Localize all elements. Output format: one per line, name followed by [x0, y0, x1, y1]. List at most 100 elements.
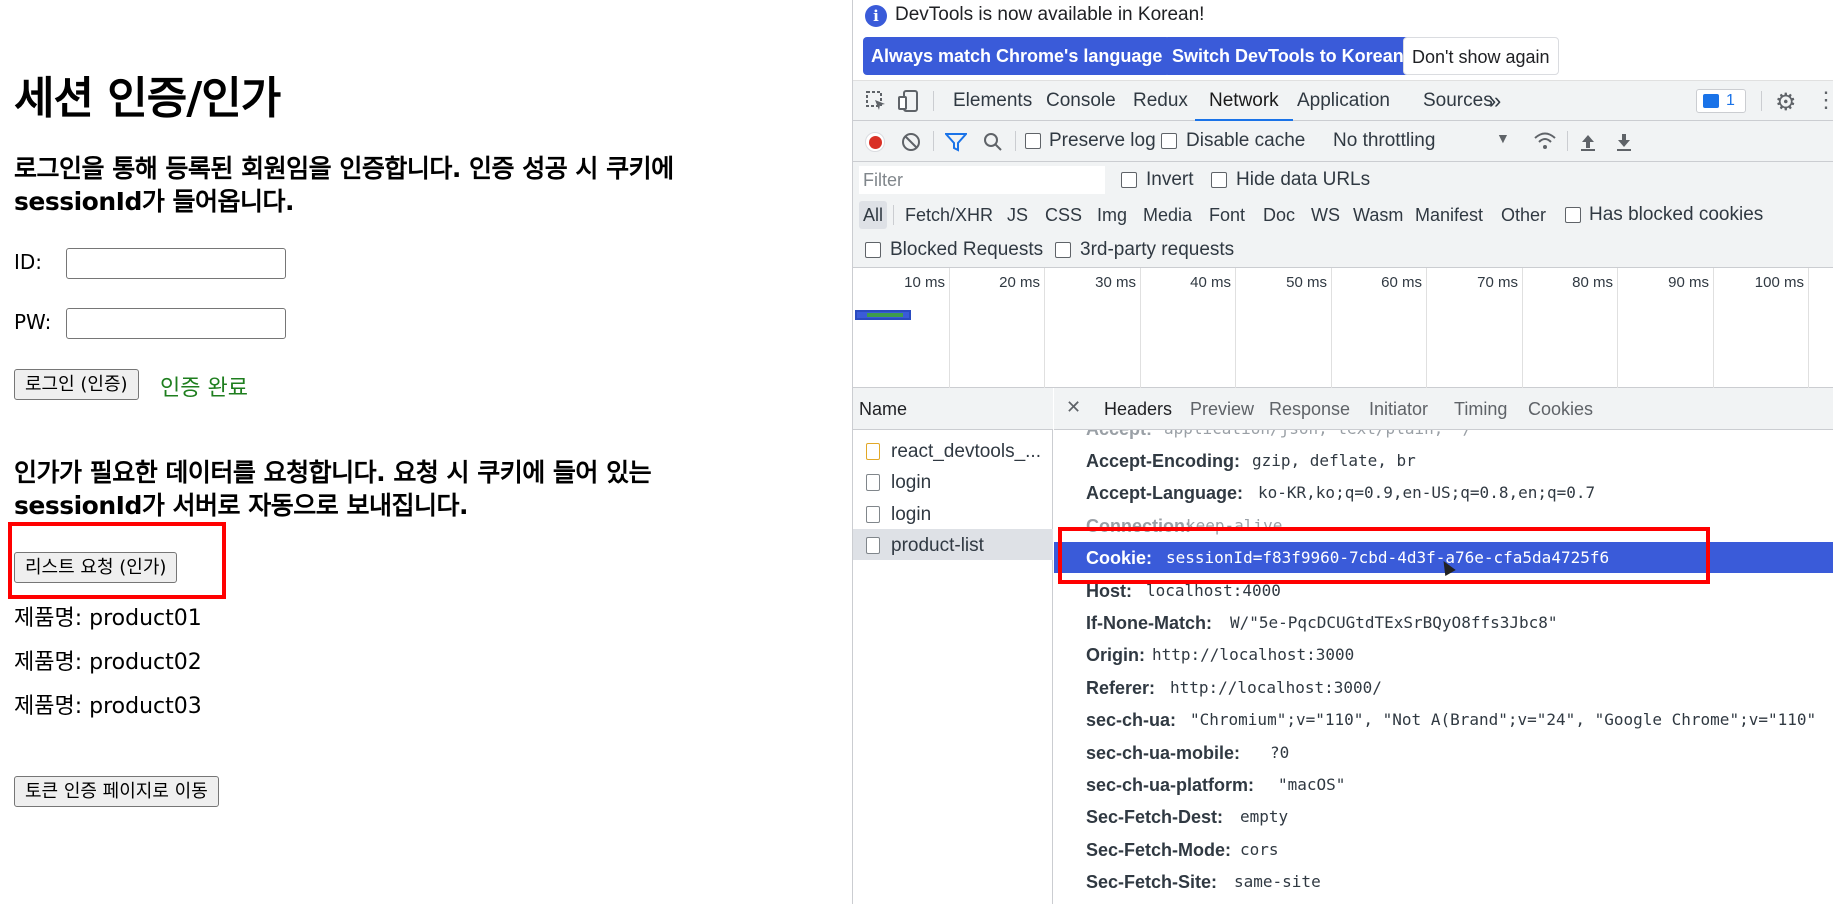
- clear-icon[interactable]: [901, 132, 921, 152]
- login-button[interactable]: 로그인 (인증): [14, 369, 139, 400]
- preserve-log-checkbox[interactable]: [1025, 133, 1041, 149]
- import-har-icon[interactable]: [1579, 132, 1597, 152]
- tab-cookies[interactable]: Cookies: [1528, 399, 1593, 420]
- request-name: react_devtools_...: [891, 441, 1041, 462]
- switch-to-korean-button[interactable]: Switch DevTools to Korean: [1164, 37, 1412, 75]
- timeline-tick-label: 90 ms: [1668, 274, 1709, 291]
- blocked-requests-checkbox[interactable]: [865, 242, 881, 258]
- type-js[interactable]: JS: [1003, 201, 1032, 229]
- chevron-down-icon[interactable]: ▼: [1496, 130, 1510, 146]
- blocked-requests-label: Blocked Requests: [890, 239, 1044, 260]
- timeline-gridline: [1617, 268, 1618, 388]
- language-infobar: i DevTools is now available in Korean! A…: [853, 0, 1833, 80]
- issues-icon: [1703, 94, 1719, 108]
- issues-badge[interactable]: 1: [1696, 89, 1746, 113]
- tab-network[interactable]: Network: [1195, 81, 1293, 121]
- filter-input[interactable]: Filter: [859, 166, 1105, 194]
- type-fetch-xhr[interactable]: Fetch/XHR: [901, 201, 997, 229]
- disable-cache-checkbox[interactable]: [1161, 133, 1177, 149]
- separator: [933, 91, 934, 111]
- type-wasm[interactable]: Wasm: [1349, 201, 1407, 229]
- network-overview-timeline[interactable]: 10 ms 20 ms 30 ms 40 ms 50 ms 60 ms 70 m…: [853, 268, 1833, 388]
- header-row: Accept-Encoding: gzip, deflate, br: [1086, 451, 1416, 471]
- token-page-button[interactable]: 토큰 인증 페이지로 이동: [14, 776, 219, 807]
- request-row-selected[interactable]: product-list: [853, 529, 1053, 560]
- preserve-log-label: Preserve log: [1049, 130, 1156, 151]
- request-name: login: [891, 472, 932, 493]
- tab-elements[interactable]: Elements: [953, 81, 1032, 121]
- request-row[interactable]: login: [853, 498, 1053, 529]
- request-name: product-list: [891, 535, 984, 556]
- web-page: 세션 인증/인가 로그인을 통해 등록된 회원임을 인증합니다. 인증 성공 시…: [0, 0, 852, 904]
- kebab-menu-icon[interactable]: ⋮: [1815, 87, 1833, 113]
- throttling-select[interactable]: No throttling: [1333, 130, 1435, 152]
- tab-sources[interactable]: Sources: [1423, 81, 1493, 121]
- third-party-checkbox[interactable]: [1055, 242, 1071, 258]
- type-other[interactable]: Other: [1497, 201, 1550, 229]
- filter-row: Filter Invert Hide data URLs: [853, 162, 1833, 198]
- tab-initiator[interactable]: Initiator: [1369, 399, 1428, 420]
- timeline-tick-label: 10 ms: [904, 274, 945, 291]
- separator: [933, 131, 934, 151]
- type-media[interactable]: Media: [1139, 201, 1196, 229]
- header-row: Accept:application/json, text/plain, */*: [1054, 430, 1833, 444]
- device-toolbar-icon[interactable]: [897, 89, 921, 113]
- header-row: Sec-Fetch-Mode: cors: [1086, 840, 1279, 860]
- filter-funnel-icon[interactable]: [945, 132, 967, 152]
- hide-data-urls-checkbox[interactable]: [1211, 172, 1227, 188]
- devtools-panel: i DevTools is now available in Korean! A…: [852, 0, 1833, 904]
- network-requests-area: Name react_devtools_... login login prod…: [853, 388, 1833, 904]
- type-manifest[interactable]: Manifest: [1411, 201, 1487, 229]
- timeline-tick-label: 30 ms: [1095, 274, 1136, 291]
- tab-timing[interactable]: Timing: [1454, 399, 1507, 420]
- timeline-gridline: [1044, 268, 1045, 388]
- name-column-header[interactable]: Name: [853, 388, 1053, 430]
- page-title: 세션 인증/인가: [14, 73, 281, 124]
- header-row: Origin: http://localhost:3000: [1086, 645, 1355, 665]
- tab-headers[interactable]: Headers: [1104, 399, 1172, 420]
- settings-gear-icon[interactable]: ⚙: [1775, 88, 1797, 117]
- product-item: 제품명: product01: [14, 606, 202, 631]
- issues-count: 1: [1726, 92, 1735, 109]
- request-detail-panel: ✕ Headers Preview Response Initiator Tim…: [1054, 388, 1833, 904]
- timeline-request-bar: [855, 310, 911, 320]
- more-tabs-icon[interactable]: »: [1489, 81, 1501, 121]
- tab-console[interactable]: Console: [1046, 81, 1116, 121]
- header-row: If-None-Match: W/"5e-PqcDCUGtdTExSrBQyO8f…: [1086, 613, 1558, 633]
- invert-checkbox[interactable]: [1121, 172, 1137, 188]
- type-font[interactable]: Font: [1205, 201, 1249, 229]
- timeline-gridline: [1426, 268, 1427, 388]
- dont-show-again-button[interactable]: Don't show again: [1403, 37, 1559, 75]
- pw-label: PW:: [14, 310, 52, 334]
- export-har-icon[interactable]: [1615, 132, 1633, 152]
- record-icon[interactable]: [865, 132, 885, 152]
- request-row[interactable]: react_devtools_...: [853, 435, 1053, 466]
- tab-application[interactable]: Application: [1297, 81, 1390, 121]
- type-ws[interactable]: WS: [1307, 201, 1344, 229]
- request-row[interactable]: login: [853, 466, 1053, 497]
- close-icon[interactable]: ✕: [1066, 397, 1081, 418]
- hide-data-urls-label: Hide data URLs: [1236, 169, 1371, 190]
- type-doc[interactable]: Doc: [1259, 201, 1299, 229]
- file-icon: [866, 537, 880, 554]
- headers-scroll-area[interactable]: Accept:application/json, text/plain, */*…: [1054, 430, 1833, 904]
- pw-field[interactable]: [66, 308, 286, 339]
- tab-preview[interactable]: Preview: [1190, 399, 1254, 420]
- tab-redux[interactable]: Redux: [1133, 81, 1188, 121]
- timeline-gridline: [1808, 268, 1809, 388]
- list-request-button[interactable]: 리스트 요청 (인가): [14, 552, 178, 583]
- header-row: sec-ch-ua-platform: "macOS": [1086, 775, 1346, 795]
- file-icon: [866, 506, 880, 523]
- authz-desc-line-1: 인가가 필요한 데이터를 요청합니다. 요청 시 쿠키에 들어 있는: [14, 458, 652, 487]
- network-conditions-icon[interactable]: [1533, 130, 1557, 152]
- tab-response[interactable]: Response: [1269, 399, 1350, 420]
- always-match-language-button[interactable]: Always match Chrome's language: [863, 37, 1171, 75]
- has-blocked-cookies-checkbox[interactable]: [1565, 207, 1581, 223]
- type-img[interactable]: Img: [1093, 201, 1131, 229]
- type-css[interactable]: CSS: [1041, 201, 1086, 229]
- invert-label: Invert: [1146, 169, 1194, 190]
- inspect-element-icon[interactable]: [865, 90, 887, 112]
- id-field[interactable]: [66, 248, 286, 279]
- search-icon[interactable]: [983, 132, 1003, 152]
- type-all[interactable]: All: [859, 201, 888, 229]
